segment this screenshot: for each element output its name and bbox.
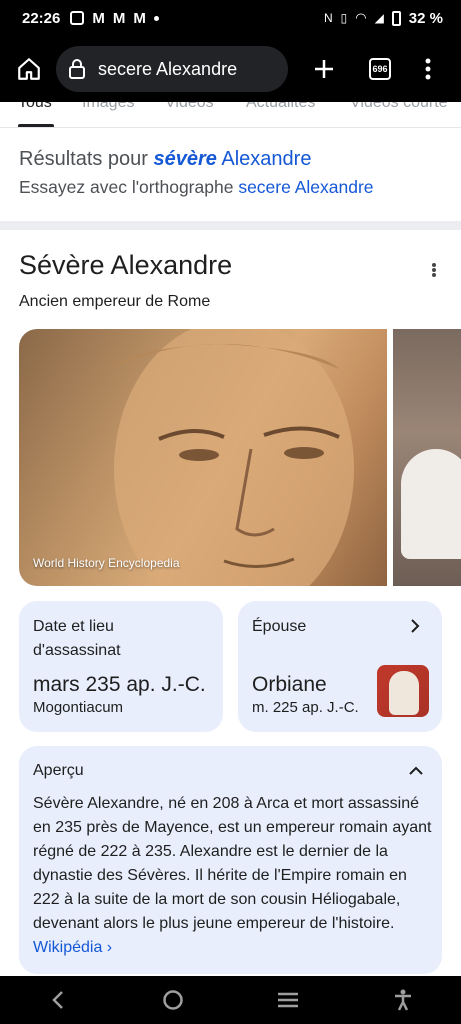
death-card-place: Mogontiacum [33,699,124,716]
knowledge-panel-title: Sévère Alexandre [19,250,233,280]
death-card-label: Date et lieu d'assassinat [33,618,121,659]
home-icon [18,58,40,80]
accessibility-icon [395,989,412,1011]
recents-icon [278,992,299,1008]
tab-switcher-button[interactable]: 696 [360,49,400,89]
tab-news[interactable]: Actualités [246,102,315,112]
back-icon [51,991,63,1009]
image-credit: World History Encyclopedia [33,556,180,570]
status-time: 22:26 [22,9,61,27]
more-vert-icon [425,58,431,80]
active-tab-indicator [18,124,54,127]
bust-illustration [109,329,354,586]
back-button[interactable] [38,980,78,1020]
browser-menu-button[interactable] [408,49,448,89]
knowledge-panel-menu-button[interactable] [424,260,444,280]
address-bar[interactable]: secere Alexandre [56,46,288,92]
tab-short-videos[interactable]: Vidéos courte [350,102,448,112]
browser-toolbar: secere Alexandre 696 [0,36,461,102]
lock-icon [66,56,88,82]
system-navigation-bar [0,976,461,1024]
statue-shape [401,449,461,559]
new-tab-button[interactable] [304,49,344,89]
secondary-image[interactable] [393,329,461,586]
tab-images[interactable]: Images [82,102,134,112]
notification-icons: M M M [70,10,159,27]
home-button[interactable] [12,52,46,86]
gmail-icon: M [112,9,126,27]
accessibility-button[interactable] [383,980,423,1020]
status-bar: 22:26 M M M N ▯ ◠ ◢ 32 % [0,0,461,36]
more-notifications-icon [153,15,159,21]
section-divider [0,221,461,230]
tab-all[interactable]: Tous [18,102,52,112]
spouse-card[interactable]: Épouse Orbiane m. 225 ap. J.-C. [238,601,442,732]
spouse-card-value: Orbiane [252,673,327,696]
spelling-correction: Résultats pour sévère Alexandre Essayez … [19,148,449,198]
overview-text: Sévère Alexandre, né en 208 à Arca et mo… [33,792,433,960]
death-card-value: mars 235 ap. J.-C. [33,673,206,696]
app-notification-icon [70,11,85,25]
results-prefix: Résultats pour [19,148,148,170]
spouse-thumbnail [377,665,429,717]
knowledge-panel-subtitle: Ancien empereur de Rome [19,293,211,310]
gmail-icon: M [133,9,146,27]
gmail-icon: M [92,9,105,27]
death-date-card[interactable]: Date et lieu d'assassinat mars 235 ap. J… [19,601,223,732]
home-circle-icon [163,990,183,1010]
chevron-up-icon[interactable] [407,762,425,780]
search-tabs: Tous Images Vidéos Actualités Vidéos cou… [0,102,461,128]
try-prefix: Essayez avec l'orthographe [19,177,234,197]
vibrate-icon: ▯ [340,11,348,25]
original-query-link[interactable]: secere Alexandre [238,177,373,197]
recents-button[interactable] [268,980,308,1020]
overview-card: Aperçu Sévère Alexandre, né en 208 à Arc… [19,746,442,974]
nfc-icon: N [323,11,333,25]
tab-count: 696 [369,58,391,80]
wikipedia-link[interactable]: Wikipédia › [33,939,112,956]
url-text: secere Alexandre [98,58,238,79]
system-icons: N ▯ ◠ ◢ 32 % [324,10,443,27]
tab-videos[interactable]: Vidéos [165,102,214,112]
signal-icon: ◢ [374,11,384,25]
spouse-card-label: Épouse [252,618,307,635]
home-nav-button[interactable] [153,980,193,1020]
overview-body: Sévère Alexandre, né en 208 à Arca et mo… [33,795,432,932]
battery-icon [391,10,401,26]
overview-title: Aperçu [33,762,84,779]
portrait-image[interactable]: World History Encyclopedia [19,329,387,586]
chevron-right-icon [411,619,420,633]
spouse-card-date: m. 225 ap. J.-C. [252,699,359,716]
plus-icon [315,60,333,78]
battery-percent: 32 % [408,9,443,27]
corrected-rest[interactable]: Alexandre [221,148,311,170]
corrected-word[interactable]: sévère [154,148,217,170]
wifi-icon: ◠ [355,10,367,25]
